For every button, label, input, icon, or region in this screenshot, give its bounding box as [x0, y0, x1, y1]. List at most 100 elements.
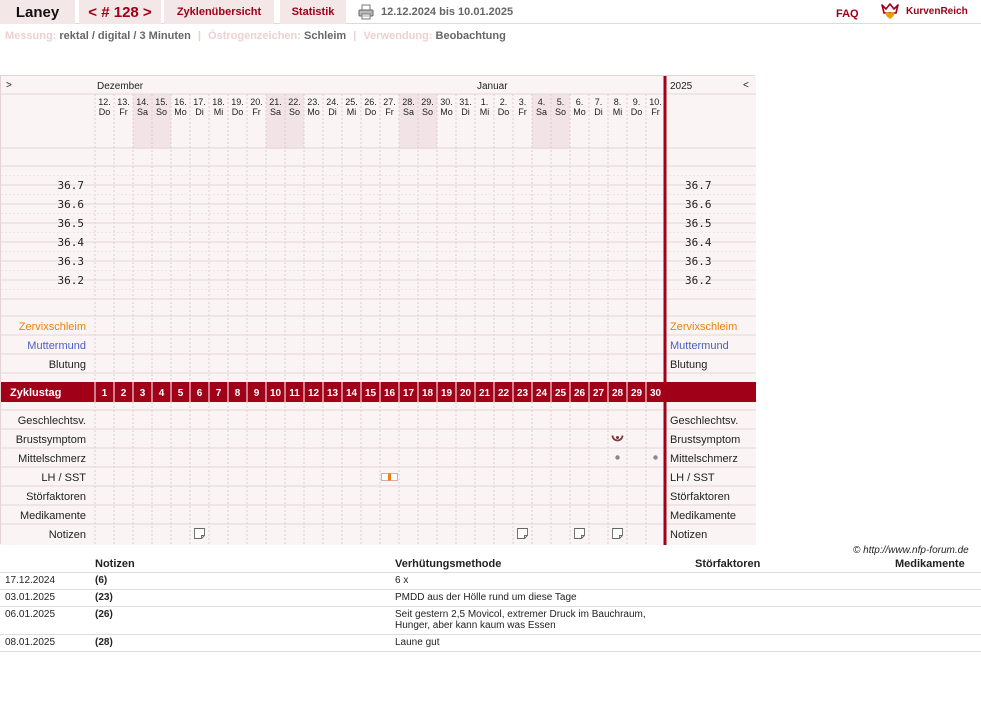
disruptions-cell	[895, 634, 981, 652]
note-icon[interactable]	[612, 528, 623, 539]
day-weekday: So	[156, 107, 167, 117]
cycle-day-number: 9	[254, 388, 260, 399]
day-date: 10.	[649, 97, 662, 107]
day-date: 4.	[538, 97, 546, 107]
day-date: 13.	[117, 97, 130, 107]
temperature-label: 36.3	[58, 255, 85, 268]
header-notes: Notizen	[95, 557, 395, 573]
cycle-day-number: 24	[536, 388, 548, 399]
note-icon[interactable]	[194, 528, 205, 539]
tab-statistics[interactable]: Statistik	[280, 0, 346, 24]
cycle-day-number: 15	[365, 388, 377, 399]
note-icon-shape	[574, 528, 585, 539]
printer-icon[interactable]	[358, 4, 374, 20]
cycle-day-number: 28	[612, 388, 624, 399]
note-icon[interactable]	[574, 528, 585, 539]
cycle-switcher[interactable]: < # 128 >	[79, 0, 161, 24]
day-weekday: Sa	[137, 107, 148, 117]
contraception-cell	[695, 634, 895, 652]
cycle-day-number: 6	[197, 388, 203, 399]
user-name-tab[interactable]: Laney	[0, 0, 75, 24]
day-date: 12.	[98, 97, 111, 107]
day-weekday: Di	[461, 107, 470, 117]
cycle-day-number: 22	[498, 388, 510, 399]
day-date: 30.	[440, 97, 453, 107]
notes-body: 17.12.2024 (6) 6 x 03.01.2025 (23) PMDD aus d…	[0, 572, 981, 652]
note-date: 08.01.2025	[5, 636, 56, 648]
day-date: 3.	[519, 97, 527, 107]
observation-row-label: Muttermund	[670, 340, 729, 352]
observation-row-label: LH / SST	[41, 472, 86, 484]
cycle-day-number: 23	[517, 388, 529, 399]
cycle-chart-svg: > <Dezember Januar 202512.Do13.Fr14.Sa15.So…	[1, 76, 756, 545]
note-icon-shape	[194, 528, 205, 539]
cycle-day-number: 2	[121, 388, 127, 399]
day-date: 2.	[500, 97, 508, 107]
day-weekday: Do	[232, 107, 244, 117]
day-date: 28.	[402, 97, 415, 107]
observation-row-label: Medikamente	[670, 510, 736, 522]
day-date: 21.	[269, 97, 282, 107]
year-label: 2025	[670, 81, 693, 92]
day-date: 5.	[557, 97, 565, 107]
day-date: 17.	[193, 97, 206, 107]
logo-text: KurvenReich	[906, 5, 968, 17]
header-medication: Medikamente	[895, 557, 981, 573]
day-weekday: Mo	[573, 107, 586, 117]
temperature-label: 36.5	[58, 217, 85, 230]
note-cycle-day: (28)	[95, 634, 395, 652]
temperature-label: 36.7	[685, 179, 712, 192]
cycle-day-number: 18	[422, 388, 434, 399]
nav-prev-arrow[interactable]: <	[743, 80, 749, 91]
note-date: 03.01.2025	[5, 591, 56, 603]
cycle-day-number: 27	[593, 388, 605, 399]
day-weekday: Di	[195, 107, 204, 117]
cycle-day-number: 16	[384, 388, 396, 399]
cycle-day-number: 3	[140, 388, 146, 399]
cycle-day-number: 25	[555, 388, 567, 399]
cycle-day-number: 5	[178, 388, 184, 399]
cycle-day-number: 19	[441, 388, 453, 399]
note-cycle-day: (6)	[95, 572, 395, 590]
observation-row-label: Blutung	[670, 359, 707, 371]
day-date: 18.	[212, 97, 225, 107]
note-date: 17.12.2024	[5, 574, 56, 586]
header-spacer	[0, 557, 95, 573]
day-date: 16.	[174, 97, 187, 107]
day-weekday: Fr	[385, 107, 394, 117]
tab-cycle-overview[interactable]: Zyklenübersicht	[164, 0, 274, 24]
day-weekday: Fr	[518, 107, 527, 117]
day-date: 6.	[576, 97, 584, 107]
header-contraception: Verhütungsmethode	[395, 557, 695, 573]
day-weekday: So	[422, 107, 433, 117]
lh-test-line	[388, 473, 391, 481]
day-weekday: Di	[594, 107, 603, 117]
day-date: 20.	[250, 97, 263, 107]
day-weekday: Fr	[651, 107, 660, 117]
faq-link[interactable]: FAQ	[836, 8, 859, 20]
note-cycle-day: (23)	[95, 589, 395, 607]
temperature-label: 36.4	[58, 236, 85, 249]
day-weekday: Do	[365, 107, 377, 117]
cycle-day-number: 12	[308, 388, 320, 399]
note-icon[interactable]	[517, 528, 528, 539]
kurvenreich-logo[interactable]: KurvenReich	[880, 2, 968, 20]
day-date: 22.	[288, 97, 301, 107]
day-date: 9.	[633, 97, 641, 107]
cycle-day-number: 20	[460, 388, 472, 399]
note-date-cell: 17.12.2024	[0, 572, 95, 590]
cycle-day-number: 7	[216, 388, 222, 399]
day-date: 26.	[364, 97, 377, 107]
nav-next-arrow[interactable]: >	[6, 80, 12, 91]
note-date-cell: 03.01.2025	[0, 589, 95, 607]
notes-header-row: Notizen Verhütungsmethode Störfaktoren M…	[0, 557, 981, 573]
cycle-day-number: 4	[159, 388, 165, 399]
day-weekday: Do	[631, 107, 643, 117]
temperature-label: 36.6	[58, 198, 85, 211]
day-weekday: Mi	[347, 107, 357, 117]
day-date: 23.	[307, 97, 320, 107]
note-row: 03.01.2025 (23) PMDD aus der Hölle rund um…	[0, 589, 981, 607]
observation-row-label: Geschlechtsv.	[670, 415, 738, 427]
month-label: Januar	[477, 81, 508, 92]
day-weekday: Mi	[480, 107, 490, 117]
